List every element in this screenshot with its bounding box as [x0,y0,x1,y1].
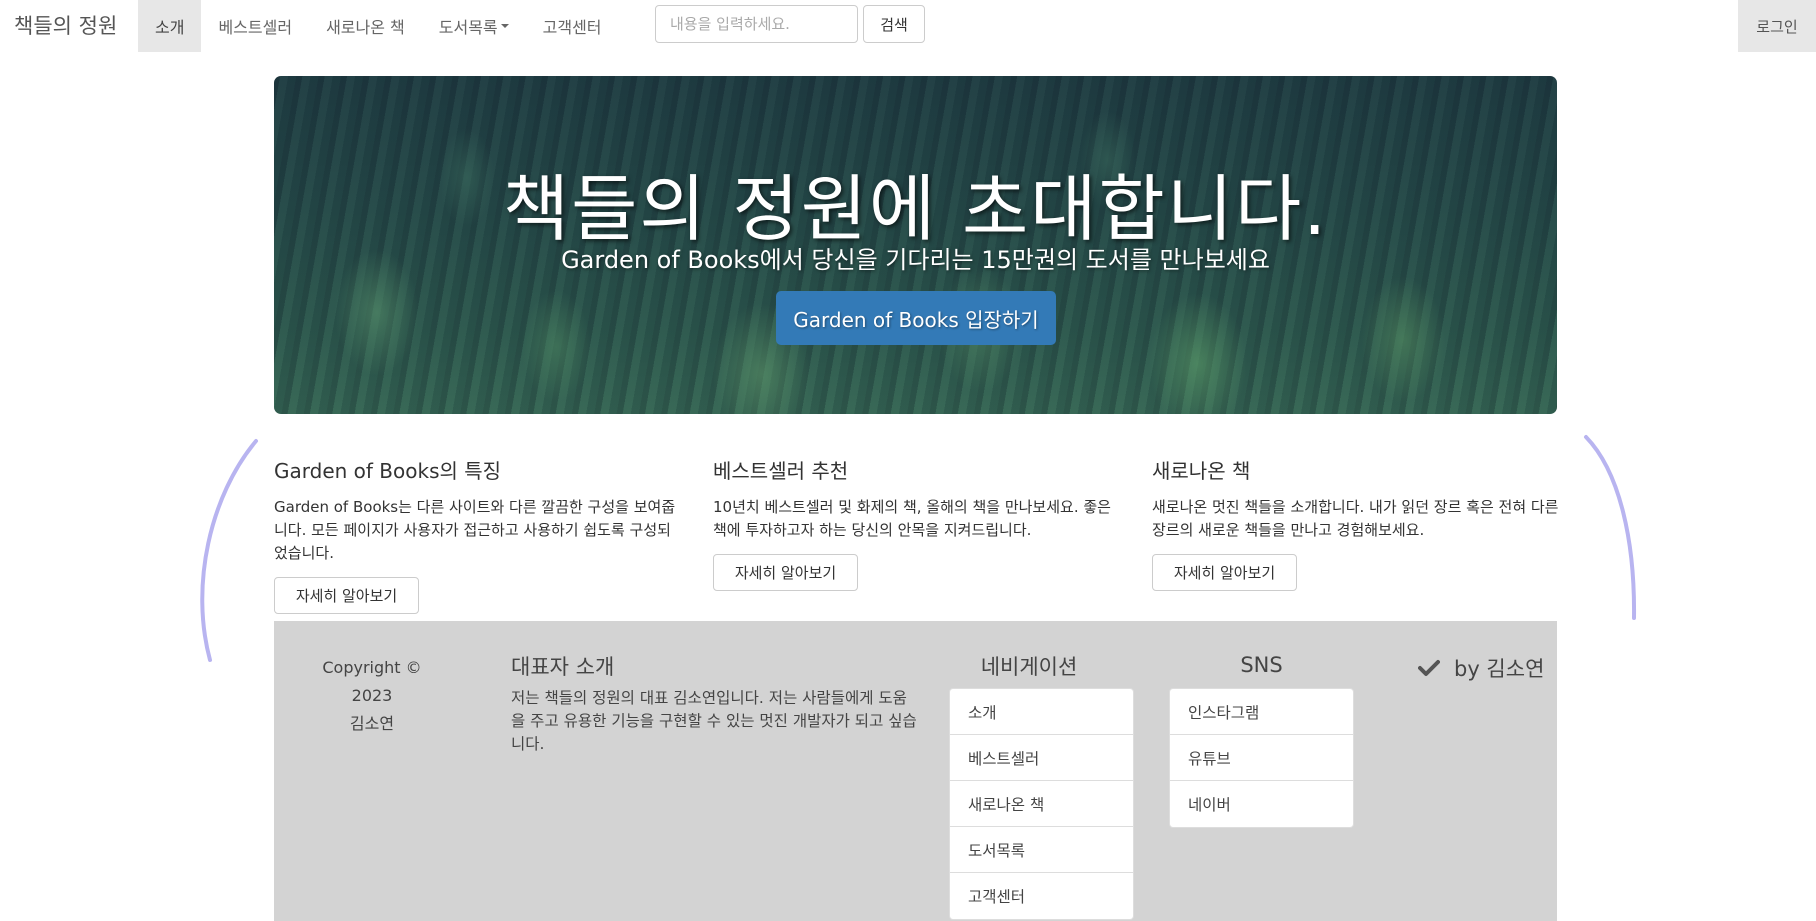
hero-jumbotron: 책들의 정원에 초대합니다. Garden of Books에서 당신을 기다리… [274,76,1557,414]
footer-nav-item-new-books[interactable]: 새로나온 책 [950,781,1133,827]
footer-nav-item-support[interactable]: 고객센터 [950,873,1133,919]
nav-item-book-list[interactable]: 도서목록 [422,0,526,52]
nav-menu: 소개 베스트셀러 새로나온 책 도서목록 고객센터 [138,0,619,52]
nav-item-book-list-label: 도서목록 [438,18,498,37]
sns-title: SNS [1240,653,1283,677]
nav-item-new-books[interactable]: 새로나온 책 [309,0,422,52]
check-icon [1418,660,1440,676]
footer-nav-item-intro[interactable]: 소개 [950,689,1133,735]
nav-item-support[interactable]: 고객센터 [526,0,619,52]
feature-column-2: 베스트셀러 추천 10년치 베스트셀러 및 화제의 책, 올해의 책을 만나보세… [713,455,1123,591]
copyright-owner: 김소연 [349,714,395,733]
feature-title: Garden of Books의 특징 [274,459,502,483]
search-input[interactable] [655,5,858,43]
byline-text: by 김소연 [1454,657,1545,681]
nav-item-bestseller[interactable]: 베스트셀러 [201,0,309,52]
ceo-text: 저는 책들의 정원의 대표 김소연입니다. 저는 사람들에게 도움을 주고 유용… [511,689,917,753]
right-arc-decoration [1584,435,1637,620]
footer-nav-item-book-list[interactable]: 도서목록 [950,827,1133,873]
sns-item-youtube[interactable]: 유튜브 [1170,735,1353,781]
feature-title: 새로나온 책 [1152,459,1251,483]
footer-nav-list: 소개 베스트셀러 새로나온 책 도서목록 고객센터 [949,688,1134,920]
search-button[interactable]: 검색 [863,5,925,43]
footer-nav-item-bestseller[interactable]: 베스트셀러 [950,735,1133,781]
copyright-line: Copyright © 2023 [322,658,422,705]
nav-item-intro[interactable]: 소개 [138,0,202,52]
sns-item-naver[interactable]: 네이버 [1170,781,1353,827]
copyright: Copyright © 2023 김소연 [312,654,432,738]
byline: by 김소연 [1418,653,1544,683]
footer: Copyright © 2023 김소연 대표자 소개 저는 책들의 정원의 대… [274,621,1557,921]
hero-subtitle: Garden of Books에서 당신을 기다리는 15만권의 도서를 만나보… [561,246,1270,274]
sns-list: 인스타그램 유튜브 네이버 [1169,688,1354,828]
enter-button[interactable]: Garden of Books 입장하기 [776,291,1056,345]
brand-link[interactable]: 책들의 정원 [14,10,117,40]
caret-down-icon [500,24,509,28]
feature-text: 새로나온 멋진 책들을 소개합니다. 내가 읽던 장르 혹은 전혀 다른 장르의… [1152,498,1559,539]
feature-more-button[interactable]: 자세히 알아보기 [1152,554,1297,591]
feature-title: 베스트셀러 추천 [713,459,849,483]
feature-column-1: Garden of Books의 특징 Garden of Books는 다른 … [274,455,684,614]
ceo-title: 대표자 소개 [511,655,615,679]
login-link[interactable]: 로그인 [1738,0,1816,52]
navbar: 책들의 정원 소개 베스트셀러 새로나온 책 도서목록 고객센터 검색 로그인 [0,0,1816,52]
feature-column-3: 새로나온 책 새로나온 멋진 책들을 소개합니다. 내가 읽던 장르 혹은 전혀… [1152,455,1562,591]
feature-text: Garden of Books는 다른 사이트와 다른 깔끔한 구성을 보여줍니… [274,498,676,562]
sns-item-instagram[interactable]: 인스타그램 [1170,689,1353,735]
nav-title: 네비게이션 [980,655,1078,679]
left-arc-decoration [200,439,258,662]
feature-more-button[interactable]: 자세히 알아보기 [274,577,419,614]
feature-more-button[interactable]: 자세히 알아보기 [713,554,858,591]
feature-text: 10년치 베스트셀러 및 화제의 책, 올해의 책을 만나보세요. 좋은 책에 … [713,498,1111,539]
